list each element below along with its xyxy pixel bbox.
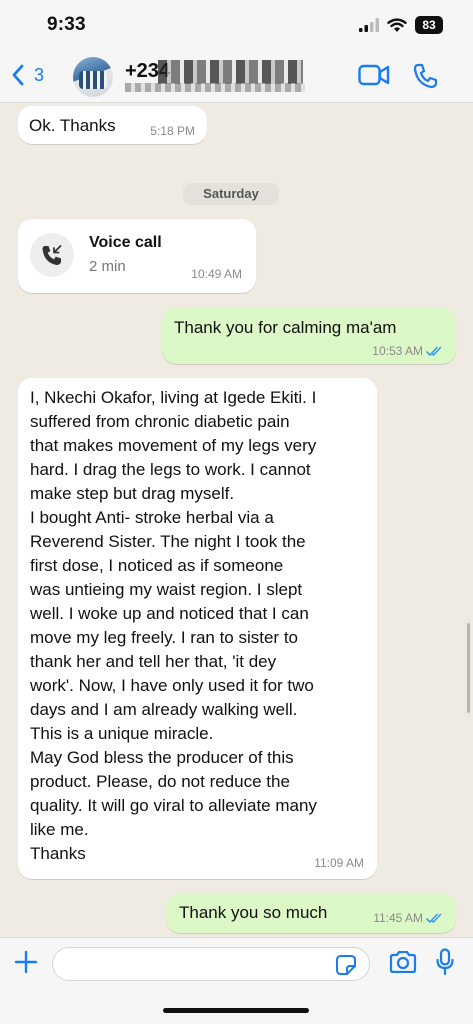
chat-header: 3 +234 bbox=[0, 50, 473, 103]
message-outgoing[interactable]: Thank you so much 11:45 AM bbox=[166, 893, 456, 933]
composer-bar bbox=[0, 937, 473, 1024]
message-time: 11:45 AM bbox=[373, 911, 444, 925]
message-line: days and I am already walking well. bbox=[30, 700, 298, 719]
message-line: suffered from chronic diabetic pain bbox=[30, 412, 290, 431]
message-line: hard. I drag the legs to work. I cannot bbox=[30, 460, 311, 479]
sticker-button[interactable] bbox=[335, 954, 357, 981]
message-line: I, Nkechi Okafor, living at Igede Ekiti.… bbox=[30, 388, 317, 407]
double-check-icon bbox=[426, 346, 442, 356]
message-line: Reverend Sister. The night I took the bbox=[30, 532, 306, 551]
message-line: was untieing my waist region. I slept bbox=[30, 580, 303, 599]
message-incoming-long[interactable]: I, Nkechi Okafor, living at Igede Ekiti.… bbox=[18, 378, 377, 879]
microphone-button[interactable] bbox=[436, 948, 454, 981]
camera-button[interactable] bbox=[389, 950, 417, 978]
message-line: I bought Anti- stroke herbal via a bbox=[30, 508, 274, 527]
message-text: Thank you so much bbox=[179, 903, 328, 922]
message-line: well. I woke up and noticed that I can bbox=[30, 604, 309, 623]
phone-icon bbox=[413, 63, 438, 89]
attach-button[interactable] bbox=[14, 950, 38, 979]
sticker-icon bbox=[336, 955, 356, 975]
voice-call-duration: 2 min bbox=[89, 258, 126, 275]
status-icons: 83 bbox=[359, 16, 443, 34]
message-line: move my leg freely. I ran to sister to bbox=[30, 628, 298, 647]
contact-avatar[interactable] bbox=[73, 57, 113, 97]
double-check-icon bbox=[426, 913, 442, 923]
redacted-contact-number bbox=[158, 60, 303, 84]
battery-indicator: 83 bbox=[415, 16, 443, 34]
message-time: 10:49 AM bbox=[191, 267, 242, 281]
video-call-icon bbox=[358, 64, 390, 86]
video-call-button[interactable] bbox=[358, 64, 390, 91]
message-time: 5:18 PM bbox=[150, 124, 195, 138]
date-separator: Saturday bbox=[183, 183, 279, 205]
scrollbar[interactable] bbox=[467, 623, 470, 713]
back-chevron-icon bbox=[12, 64, 24, 86]
message-incoming[interactable]: Ok. Thanks 5:18 PM bbox=[18, 106, 207, 144]
microphone-icon bbox=[436, 948, 454, 976]
unread-count: 3 bbox=[34, 64, 45, 85]
voice-call-title: Voice call bbox=[89, 234, 162, 251]
call-icon-circle bbox=[30, 233, 74, 277]
message-time: 10:53 AM bbox=[372, 344, 444, 358]
home-indicator bbox=[163, 1008, 309, 1013]
message-line: quality. It will go viral to alleviate m… bbox=[30, 796, 317, 815]
redacted-contact-status bbox=[125, 83, 305, 92]
message-line: thank her and tell her that, 'it dey bbox=[30, 652, 277, 671]
message-input[interactable] bbox=[53, 948, 323, 980]
message-line: product. Please, do not reduce the bbox=[30, 772, 290, 791]
chat-area[interactable]: Ok. Thanks 5:18 PM Saturday Voice call 2… bbox=[0, 103, 473, 937]
message-line: This is a unique miracle. bbox=[30, 724, 214, 743]
signal-icon bbox=[359, 18, 379, 32]
message-outgoing[interactable]: Thank you for calming ma'am 10:53 AM bbox=[162, 308, 456, 364]
missed-call-icon bbox=[42, 245, 62, 265]
message-text: Ok. Thanks bbox=[29, 116, 116, 135]
wifi-icon bbox=[387, 17, 407, 32]
message-line: May God bless the producer of this bbox=[30, 748, 294, 767]
message-line: first dose, I noticed as if someone bbox=[30, 556, 284, 575]
message-line: like me. bbox=[30, 820, 89, 839]
message-text: I, Nkechi Okafor, living at Igede Ekiti.… bbox=[30, 386, 375, 866]
message-time: 11:09 AM bbox=[314, 856, 364, 870]
status-time: 9:33 bbox=[47, 14, 86, 35]
message-line: that makes movement of my legs very bbox=[30, 436, 317, 455]
camera-icon bbox=[389, 950, 417, 974]
status-bar: 9:33 83 bbox=[0, 0, 473, 50]
back-button[interactable]: 3 bbox=[12, 64, 44, 86]
voice-call-button[interactable] bbox=[413, 63, 438, 94]
voice-call-message[interactable]: Voice call 2 min 10:49 AM bbox=[18, 219, 256, 293]
message-text: Thank you for calming ma'am bbox=[174, 318, 397, 337]
plus-icon bbox=[14, 950, 38, 974]
message-line: work'. Now, I have only used it for two bbox=[30, 676, 314, 695]
message-line: make step but drag myself. bbox=[30, 484, 235, 503]
message-input-container[interactable] bbox=[52, 947, 370, 981]
